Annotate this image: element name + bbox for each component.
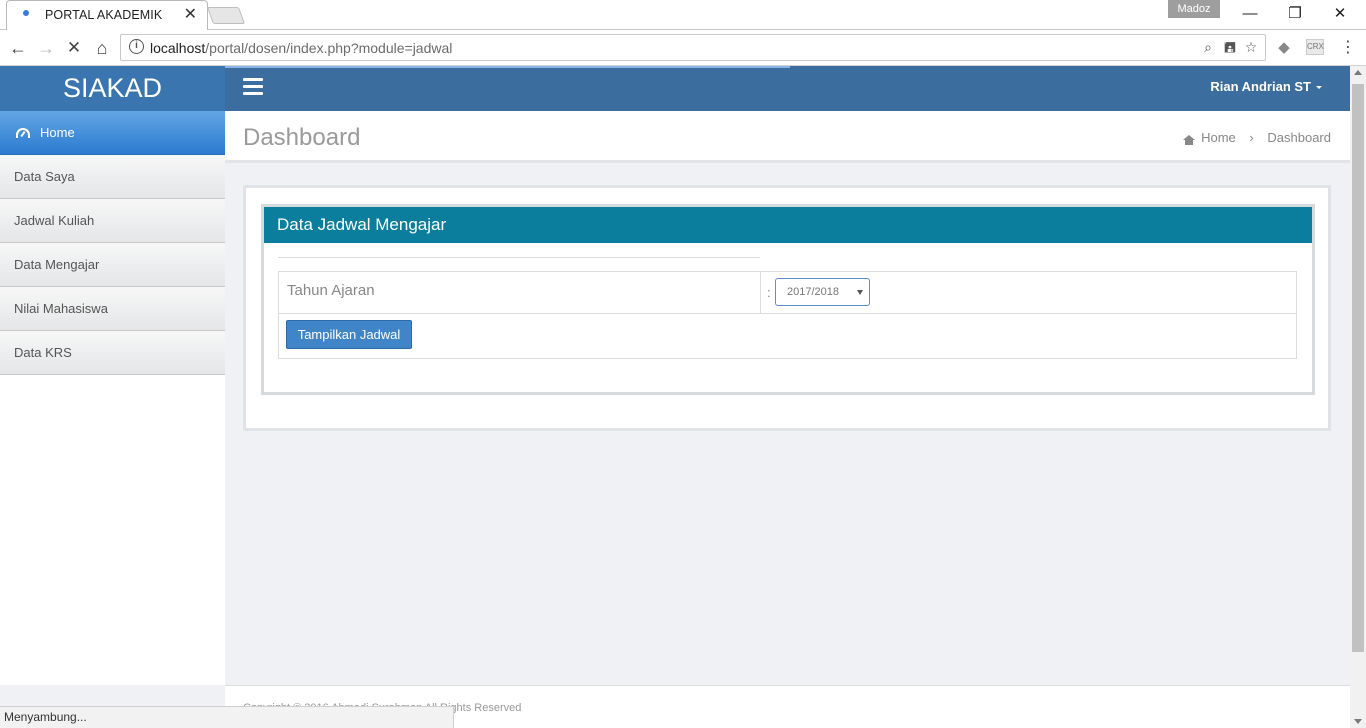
- sidebar-item-label: Data KRS: [14, 345, 72, 360]
- table-row: Tahun Ajaran : 2017/2018: [278, 271, 1297, 314]
- tab-title: PORTAL AKADEMIK: [45, 8, 163, 22]
- sidebar-item-label: Data Mengajar: [14, 257, 100, 272]
- profile-badge[interactable]: Madoz: [1168, 0, 1220, 18]
- forward-arrow-icon[interactable]: →: [34, 36, 58, 60]
- caret-down-icon: [1316, 86, 1322, 90]
- schedule-panel: Data Jadwal Mengajar Tahun Ajaran : 2017…: [261, 204, 1315, 395]
- show-schedule-button[interactable]: Tampilkan Jadwal: [286, 320, 412, 349]
- cell-divider: [760, 272, 761, 313]
- tab-close-icon[interactable]: ✕: [184, 6, 197, 24]
- panel-title: Data Jadwal Mengajar: [264, 207, 1312, 243]
- sidebar-item-data-saya[interactable]: Data Saya: [0, 155, 225, 199]
- academic-year-select[interactable]: 2017/2018: [775, 278, 870, 306]
- dropdown-arrow-icon: [857, 290, 863, 295]
- breadcrumb-separator-icon: ›: [1249, 130, 1254, 145]
- vertical-scrollbar[interactable]: [1350, 66, 1366, 728]
- table-row: Tampilkan Jadwal: [278, 313, 1297, 359]
- content-box: Data Jadwal Mengajar Tahun Ajaran : 2017…: [243, 185, 1331, 431]
- loading-favicon-icon: [23, 10, 29, 16]
- sidebar-item-label: Jadwal Kuliah: [14, 213, 95, 228]
- site-info-icon[interactable]: i: [129, 39, 144, 54]
- translate-icon[interactable]: 🖪: [1221, 38, 1239, 56]
- stop-loading-icon[interactable]: ✕: [62, 36, 86, 60]
- user-menu[interactable]: Rian Andrian ST: [1210, 79, 1322, 94]
- browser-menu-icon[interactable]: ⋮: [1338, 38, 1358, 58]
- page-viewport: SIAKAD Rian Andrian ST Home Data Saya Ja…: [0, 66, 1350, 728]
- sidebar-item-data-krs[interactable]: Data KRS: [0, 331, 225, 375]
- sidebar-item-label: Nilai Mahasiswa: [14, 301, 108, 316]
- url-host: localhost: [150, 40, 206, 56]
- browser-toolbar: ← → ✕ ⌂ i localhost/portal/dosen/index.p…: [0, 30, 1366, 66]
- bookmark-star-icon[interactable]: ☆: [1242, 38, 1260, 56]
- browser-tab-strip: PORTAL AKADEMIK ✕ Madoz — ❐ ✕: [0, 0, 1366, 30]
- hamburger-menu-icon[interactable]: [243, 78, 263, 95]
- home-icon[interactable]: ⌂: [90, 36, 114, 60]
- home-icon: [1183, 135, 1196, 145]
- sidebar-item-nilai-mahasiswa[interactable]: Nilai Mahasiswa: [0, 287, 225, 331]
- user-name: Rian Andrian ST: [1210, 79, 1311, 94]
- content-header: Dashboard Home › Dashboard: [225, 111, 1350, 163]
- breadcrumb-home[interactable]: Home: [1201, 130, 1236, 145]
- new-tab-button[interactable]: [206, 7, 246, 24]
- app-brand[interactable]: SIAKAD: [0, 66, 225, 111]
- back-arrow-icon[interactable]: ←: [6, 36, 30, 60]
- url-path: /portal/dosen/index.php?module=jadwal: [205, 40, 453, 56]
- sidebar-item-home[interactable]: Home: [0, 111, 225, 155]
- select-value: 2017/2018: [787, 286, 839, 298]
- sidebar: Home Data Saya Jadwal Kuliah Data Mengaj…: [0, 111, 225, 685]
- restore-icon[interactable]: ❐: [1275, 2, 1315, 26]
- dashboard-icon: [16, 128, 30, 138]
- browser-tab[interactable]: PORTAL AKADEMIK ✕: [6, 0, 208, 30]
- sidebar-item-jadwal-kuliah[interactable]: Jadwal Kuliah: [0, 199, 225, 243]
- academic-year-label: Tahun Ajaran: [287, 282, 375, 299]
- address-url[interactable]: localhost/portal/dosen/index.php?module=…: [150, 40, 452, 56]
- status-bubble: Menyambung...: [0, 706, 454, 728]
- minimize-icon[interactable]: —: [1230, 2, 1270, 26]
- page-title: Dashboard: [243, 124, 361, 151]
- field-colon: :: [767, 285, 771, 300]
- crx-extension-icon[interactable]: CRX: [1306, 39, 1324, 55]
- app-topbar: SIAKAD Rian Andrian ST: [0, 66, 1350, 111]
- sidebar-item-label: Home: [40, 125, 75, 140]
- breadcrumb: Home › Dashboard: [1183, 130, 1331, 145]
- table-divider: [278, 257, 760, 258]
- address-bar[interactable]: i localhost/portal/dosen/index.php?modul…: [120, 34, 1266, 61]
- breadcrumb-current: Dashboard: [1267, 130, 1331, 145]
- scroll-up-icon[interactable]: [1354, 70, 1362, 75]
- sidebar-item-label: Data Saya: [14, 169, 75, 184]
- window-close-icon[interactable]: ✕: [1320, 2, 1360, 26]
- extension-icon[interactable]: ◆: [1274, 38, 1294, 58]
- scroll-down-icon[interactable]: [1354, 719, 1362, 724]
- zoom-icon[interactable]: ⌕: [1199, 38, 1217, 56]
- scroll-thumb[interactable]: [1352, 84, 1364, 652]
- sidebar-item-data-mengajar[interactable]: Data Mengajar: [0, 243, 225, 287]
